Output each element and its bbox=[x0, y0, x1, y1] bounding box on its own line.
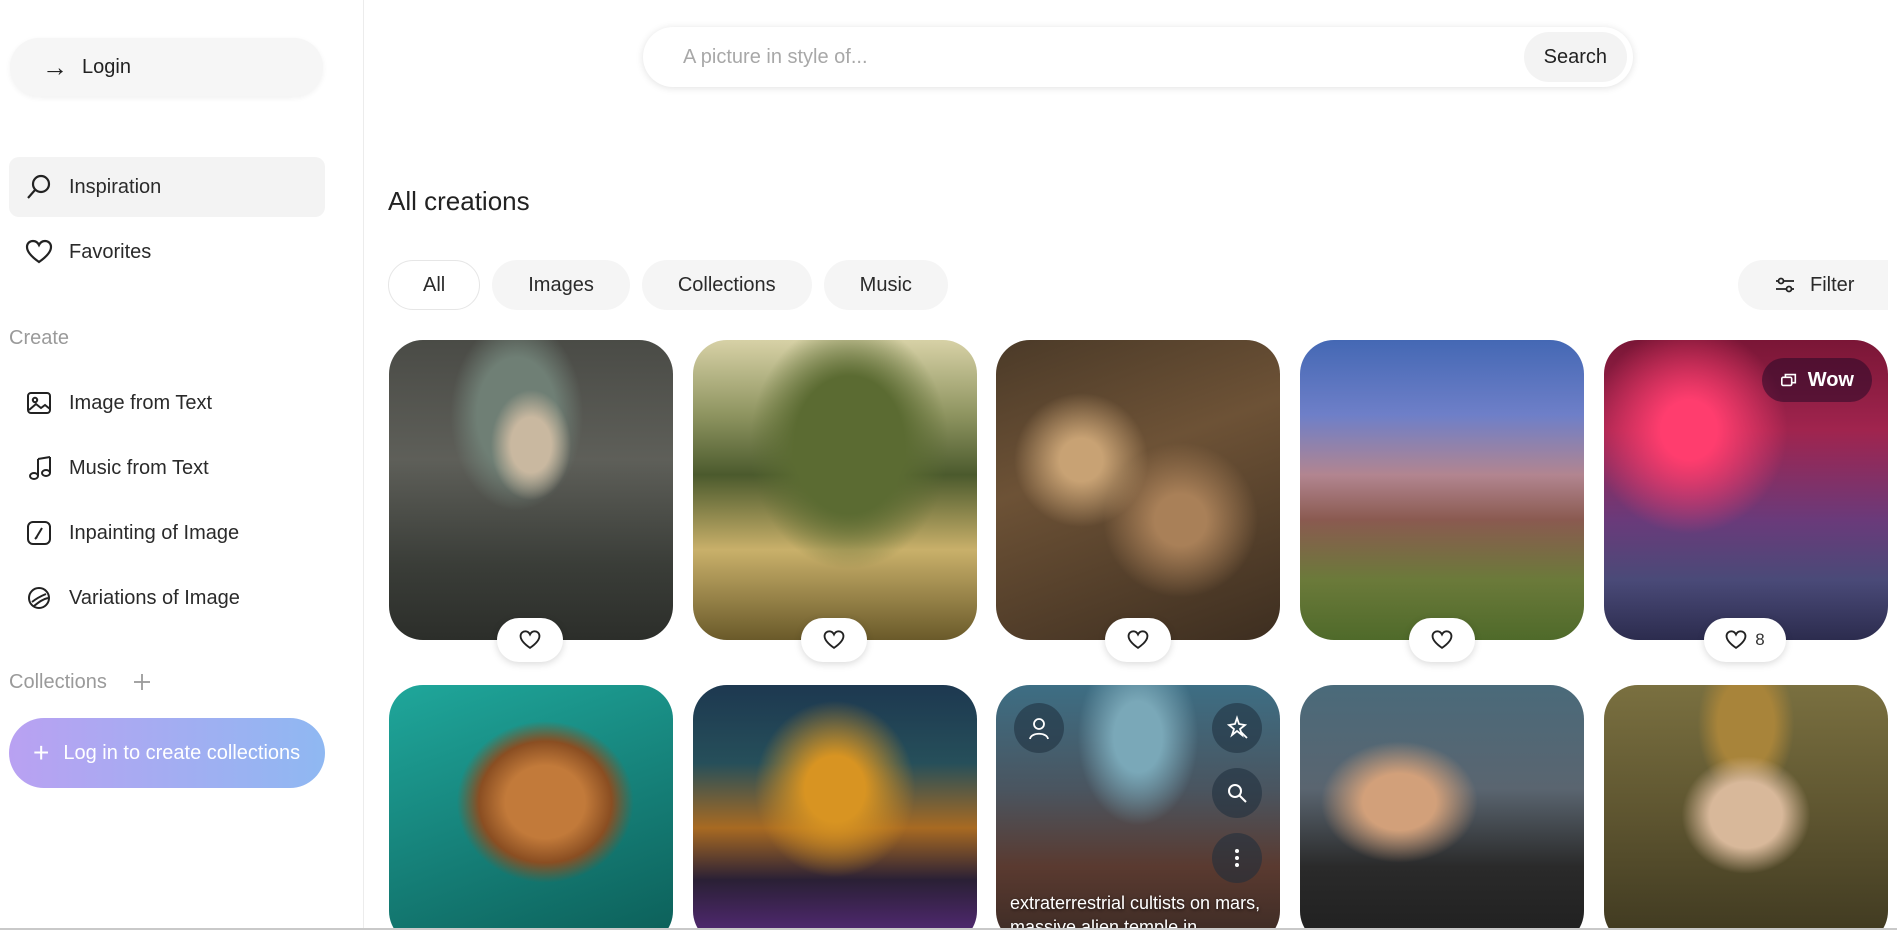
nav-item-inpainting[interactable]: Inpainting of Image bbox=[9, 503, 325, 563]
filter-button[interactable]: Filter bbox=[1738, 260, 1888, 310]
search-button[interactable]: Search bbox=[1523, 32, 1627, 82]
creation-card[interactable] bbox=[389, 340, 673, 640]
image-icon bbox=[27, 392, 51, 414]
nav-item-label: Inspiration bbox=[69, 175, 162, 198]
creation-card[interactable] bbox=[1300, 685, 1584, 930]
heart-icon bbox=[519, 630, 541, 650]
magic-wand-button[interactable] bbox=[1212, 703, 1262, 753]
heart-icon bbox=[823, 630, 845, 650]
nav-item-inspiration[interactable]: Inspiration bbox=[9, 157, 325, 217]
nav-item-favorites[interactable]: Favorites bbox=[9, 222, 325, 282]
login-label: Login bbox=[82, 55, 131, 78]
wow-badge[interactable]: Wow bbox=[1761, 358, 1872, 402]
search-bar: Search bbox=[643, 27, 1633, 87]
tab-music[interactable]: Music bbox=[823, 260, 948, 310]
like-button[interactable] bbox=[801, 618, 867, 662]
nav-item-label: Variations of Image bbox=[69, 586, 240, 609]
like-button[interactable]: 8 bbox=[1704, 618, 1786, 662]
inpainting-icon bbox=[27, 521, 51, 545]
nav-item-label: Image from Text bbox=[69, 391, 213, 414]
heart-icon bbox=[1127, 630, 1149, 650]
heart-icon bbox=[1431, 630, 1453, 650]
creation-card[interactable] bbox=[1300, 340, 1584, 640]
music-note-icon bbox=[29, 456, 51, 480]
create-section-label: Create bbox=[9, 327, 70, 349]
nav-item-label: Inpainting of Image bbox=[69, 521, 240, 544]
add-collection-icon[interactable] bbox=[130, 670, 154, 694]
variations-icon bbox=[28, 587, 50, 609]
zoom-button[interactable] bbox=[1212, 768, 1262, 818]
creation-card[interactable] bbox=[693, 685, 977, 930]
filter-sliders-icon bbox=[1776, 277, 1794, 293]
create-collections-button[interactable]: + Log in to create collections bbox=[9, 718, 325, 788]
more-vertical-icon bbox=[1235, 849, 1239, 867]
like-button[interactable] bbox=[497, 618, 563, 662]
user-profile-button[interactable] bbox=[1014, 703, 1064, 753]
tab-all[interactable]: All bbox=[388, 260, 481, 310]
more-options-button[interactable] bbox=[1212, 833, 1262, 883]
tab-collections[interactable]: Collections bbox=[641, 260, 812, 310]
user-icon bbox=[1029, 718, 1049, 740]
nav-item-variations[interactable]: Variations of Image bbox=[9, 568, 325, 628]
creation-card[interactable]: extraterrestrial cultists on mars, massi… bbox=[996, 685, 1280, 930]
collection-stack-icon bbox=[1780, 373, 1796, 387]
wow-badge-label: Wow bbox=[1807, 368, 1854, 391]
creation-card[interactable]: Wow bbox=[1604, 340, 1888, 640]
like-count: 8 bbox=[1755, 630, 1765, 649]
heart-icon bbox=[25, 239, 53, 264]
filter-label: Filter bbox=[1810, 273, 1855, 296]
creation-card[interactable] bbox=[693, 340, 977, 640]
nav-item-music-from-text[interactable]: Music from Text bbox=[9, 438, 325, 498]
sidebar: → Login Inspiration Favorites Create Ima… bbox=[0, 0, 364, 930]
nav-item-image-from-text[interactable]: Image from Text bbox=[9, 373, 325, 433]
magnifier-icon bbox=[1228, 784, 1247, 803]
creation-card[interactable] bbox=[389, 685, 673, 930]
arrow-right-icon: → bbox=[42, 52, 68, 82]
card-caption: extraterrestrial cultists on mars, massi… bbox=[1010, 893, 1261, 930]
creation-card[interactable] bbox=[1604, 685, 1888, 930]
page-title: All creations bbox=[388, 186, 530, 216]
heart-icon bbox=[1725, 630, 1747, 650]
creation-card[interactable] bbox=[996, 340, 1280, 640]
tab-images[interactable]: Images bbox=[492, 260, 630, 310]
search-icon bbox=[27, 174, 51, 199]
plus-icon: + bbox=[33, 737, 50, 768]
nav-item-label: Music from Text bbox=[69, 456, 209, 479]
like-button[interactable] bbox=[1409, 618, 1475, 662]
login-button[interactable]: → Login bbox=[10, 38, 323, 96]
content-tabs: All Images Collections Music bbox=[388, 260, 948, 310]
search-input[interactable] bbox=[643, 27, 1524, 87]
create-collections-label: Log in to create collections bbox=[63, 741, 301, 764]
like-button[interactable] bbox=[1105, 618, 1171, 662]
collections-section-label: Collections bbox=[9, 671, 107, 693]
magic-wand-icon bbox=[1226, 715, 1248, 739]
nav-item-label: Favorites bbox=[69, 240, 152, 263]
